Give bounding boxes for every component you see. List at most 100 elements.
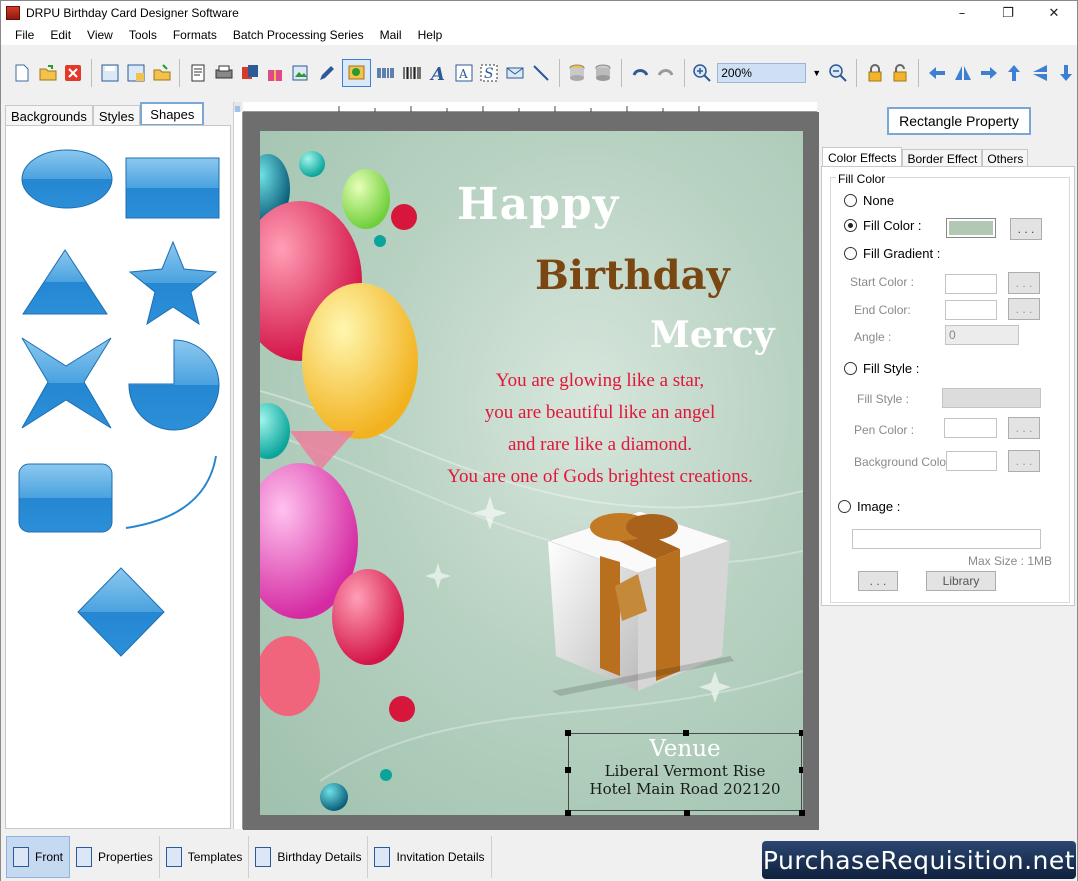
undo-icon[interactable] bbox=[629, 62, 651, 84]
menu-help[interactable]: Help bbox=[410, 28, 451, 42]
picture-tool-icon[interactable] bbox=[341, 59, 372, 87]
radio-none[interactable]: None bbox=[844, 193, 894, 208]
venue-address-line: Liberal Vermont Rise bbox=[604, 762, 766, 780]
lock-icon[interactable] bbox=[864, 62, 886, 84]
chevron-down-icon[interactable]: ▼ bbox=[812, 68, 821, 78]
image-path-field[interactable] bbox=[852, 529, 1041, 549]
word-art-icon[interactable]: A bbox=[453, 62, 475, 84]
card-verse[interactable]: You are glowing like a star, you are bea… bbox=[400, 365, 800, 493]
angle-spinner[interactable]: 0 bbox=[945, 325, 1019, 345]
radio-button[interactable] bbox=[844, 362, 857, 375]
resize-handle[interactable] bbox=[565, 810, 571, 816]
menu-mail[interactable]: Mail bbox=[372, 28, 410, 42]
resize-handle[interactable] bbox=[799, 767, 803, 773]
radio-button[interactable] bbox=[844, 247, 857, 260]
tab-color-effects[interactable]: Color Effects bbox=[822, 147, 903, 167]
save-as-icon[interactable] bbox=[125, 62, 147, 84]
background-color-field[interactable] bbox=[946, 451, 997, 471]
print-preview-icon[interactable] bbox=[187, 62, 209, 84]
tab-invitation-details[interactable]: Invitation Details bbox=[368, 836, 492, 878]
radio-fill-color[interactable]: Fill Color : bbox=[844, 218, 922, 233]
fill-color-swatch-box[interactable] bbox=[946, 218, 996, 238]
birthday-card[interactable]: Happy Birthday Mercy You are glowing lik… bbox=[260, 131, 803, 815]
menu-file[interactable]: File bbox=[7, 28, 42, 42]
end-color-field[interactable] bbox=[945, 300, 997, 320]
arrow-left-icon[interactable] bbox=[926, 62, 948, 84]
pen-color-browse-button[interactable]: . . . bbox=[1008, 417, 1040, 439]
fill-style-dropdown[interactable] bbox=[942, 388, 1041, 408]
menu-batch-processing[interactable]: Batch Processing Series bbox=[225, 28, 372, 42]
tab-shapes[interactable]: Shapes bbox=[140, 102, 205, 126]
radio-image[interactable]: Image : bbox=[838, 499, 900, 514]
zoom-select[interactable]: 200% bbox=[717, 63, 807, 83]
menu-tools[interactable]: Tools bbox=[121, 28, 165, 42]
new-file-icon[interactable] bbox=[11, 62, 33, 84]
gift-icon[interactable] bbox=[265, 62, 287, 84]
open-folder-icon[interactable] bbox=[37, 62, 59, 84]
radio-fill-gradient[interactable]: Fill Gradient : bbox=[844, 246, 940, 261]
fill-color-browse-button[interactable]: . . . bbox=[1010, 218, 1042, 240]
zoom-in-icon[interactable] bbox=[691, 62, 713, 84]
radio-button[interactable] bbox=[844, 194, 857, 207]
close-button[interactable]: ✕ bbox=[1031, 1, 1077, 25]
tab-birthday-details[interactable]: Birthday Details bbox=[249, 836, 369, 878]
flip-vertical-icon[interactable] bbox=[1029, 62, 1051, 84]
minimize-button[interactable]: – bbox=[939, 1, 985, 25]
menu-view[interactable]: View bbox=[79, 28, 121, 42]
background-color-browse-button[interactable]: . . . bbox=[1008, 450, 1040, 472]
line-icon[interactable] bbox=[530, 62, 552, 84]
signature-icon[interactable]: S bbox=[478, 62, 500, 84]
start-color-field[interactable] bbox=[945, 274, 997, 294]
arrow-up-icon[interactable] bbox=[1004, 62, 1026, 84]
library-button[interactable]: Library bbox=[926, 571, 996, 591]
property-panel-title: Rectangle Property bbox=[887, 107, 1031, 135]
mail-icon[interactable] bbox=[504, 62, 526, 84]
image-browse-button[interactable]: . . . bbox=[858, 571, 898, 591]
card-recipient-name[interactable]: Mercy bbox=[650, 314, 775, 356]
tab-border-effect[interactable]: Border Effect bbox=[902, 149, 983, 167]
card-heading-happy[interactable]: Happy bbox=[457, 179, 619, 230]
resize-handle[interactable] bbox=[683, 730, 689, 736]
maximize-button[interactable]: ❐ bbox=[985, 1, 1031, 25]
radio-button[interactable] bbox=[838, 500, 851, 513]
tab-backgrounds[interactable]: Backgrounds bbox=[5, 105, 93, 126]
close-document-icon[interactable] bbox=[62, 62, 84, 84]
tab-label: Birthday Details bbox=[277, 850, 362, 864]
tab-front[interactable]: Front bbox=[6, 836, 71, 878]
resize-handle[interactable] bbox=[565, 767, 571, 773]
start-color-browse-button[interactable]: . . . bbox=[1008, 272, 1040, 294]
venue-rectangle[interactable]: Venue Liberal Vermont Rise Hotel Main Ro… bbox=[565, 730, 803, 811]
resize-handle[interactable] bbox=[799, 730, 803, 736]
print-icon[interactable] bbox=[213, 62, 235, 84]
arrow-down-icon[interactable] bbox=[1055, 62, 1077, 84]
unlock-icon[interactable] bbox=[890, 62, 912, 84]
resize-handle[interactable] bbox=[565, 730, 571, 736]
export-icon[interactable] bbox=[151, 62, 173, 84]
database-gray-icon[interactable] bbox=[592, 62, 614, 84]
menu-edit[interactable]: Edit bbox=[42, 28, 79, 42]
zoom-out-icon[interactable] bbox=[827, 62, 849, 84]
arrow-right-icon[interactable] bbox=[978, 62, 1000, 84]
redo-icon[interactable] bbox=[655, 62, 677, 84]
tab-others[interactable]: Others bbox=[982, 149, 1029, 167]
database-icon[interactable] bbox=[567, 62, 589, 84]
flip-horizontal-icon[interactable] bbox=[952, 62, 974, 84]
barcode-icon[interactable] bbox=[401, 62, 423, 84]
resize-handle[interactable] bbox=[799, 810, 805, 816]
pen-color-field[interactable] bbox=[944, 418, 997, 438]
save-icon[interactable] bbox=[99, 62, 121, 84]
radio-fill-style[interactable]: Fill Style : bbox=[844, 361, 919, 376]
image-export-icon[interactable] bbox=[290, 62, 312, 84]
barcode-w-icon[interactable] bbox=[375, 62, 397, 84]
tab-templates[interactable]: Templates bbox=[160, 836, 250, 878]
tab-styles[interactable]: Styles bbox=[92, 105, 141, 126]
copy-design-icon[interactable] bbox=[239, 62, 261, 84]
menu-formats[interactable]: Formats bbox=[165, 28, 225, 42]
resize-handle[interactable] bbox=[684, 810, 690, 816]
card-heading-birthday[interactable]: Birthday bbox=[535, 252, 730, 299]
radio-button-selected[interactable] bbox=[844, 219, 857, 232]
pen-icon[interactable] bbox=[316, 62, 338, 84]
end-color-browse-button[interactable]: . . . bbox=[1008, 298, 1040, 320]
tab-properties[interactable]: Properties bbox=[70, 836, 160, 878]
text-icon[interactable]: A bbox=[427, 62, 449, 84]
